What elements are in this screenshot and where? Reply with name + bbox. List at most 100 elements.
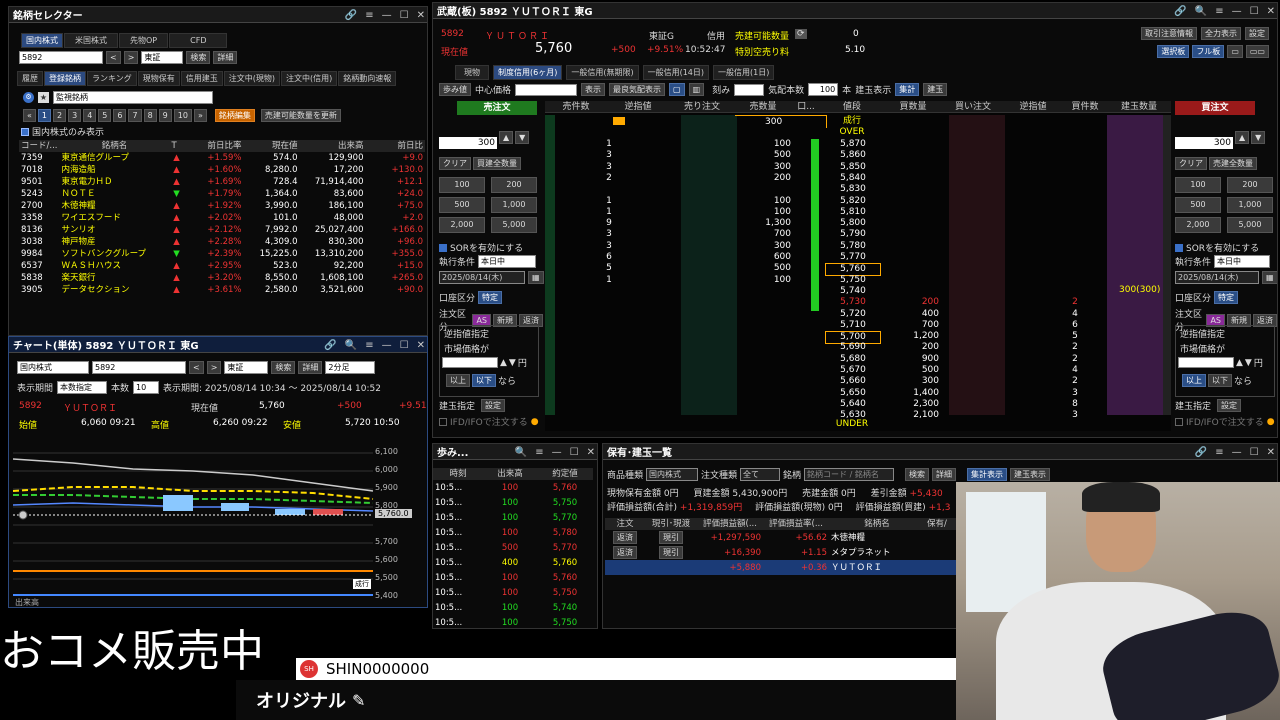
col-change[interactable]: 前日比 — [365, 140, 425, 152]
bid-count[interactable]: 2 — [1065, 297, 1085, 308]
link-icon[interactable]: 🔗 — [324, 340, 336, 351]
ask-count[interactable]: 2 — [599, 173, 619, 184]
count-input[interactable]: 10 — [133, 381, 160, 394]
bid-qty[interactable]: 900 — [885, 354, 939, 365]
bid-price[interactable]: 5,640 — [825, 399, 881, 410]
watchlist-row[interactable]: 7018 内海造船 ▲ +1.60% 8,280.0 17,200 +130.0 — [19, 164, 425, 176]
book-col-header[interactable]: 逆指値 — [1003, 101, 1063, 113]
buy-qty-100-button[interactable]: 100 — [1175, 177, 1221, 193]
stop-up-icon[interactable]: ▲ — [500, 358, 507, 368]
buy-exec-select[interactable]: 本日中 — [1214, 255, 1271, 268]
ask-price[interactable]: 5,870 — [825, 139, 881, 150]
ifd-checkbox[interactable] — [439, 417, 447, 426]
watchlist-row[interactable]: 3905 データセクション ▲ +3.61% 2,580.0 3,521,600 +90.0 — [19, 284, 425, 296]
bid-qty[interactable]: 200 — [885, 297, 939, 308]
maximize-icon[interactable]: ☐ — [1250, 6, 1259, 17]
qty-500-button[interactable]: 500 — [439, 197, 485, 213]
buy-stop-down-icon[interactable]: ▼ — [1245, 358, 1252, 368]
layout2-icon[interactable]: ▭▭ — [1245, 45, 1269, 58]
qty-1000-button[interactable]: 1,000 — [491, 197, 537, 213]
book-col-header[interactable]: 買件数 — [1063, 101, 1107, 113]
qty-100-button[interactable]: 100 — [439, 177, 485, 193]
search-button[interactable]: 検索 — [186, 51, 211, 64]
ask-price[interactable]: 5,790 — [825, 229, 881, 240]
holdings-detail-button[interactable]: 詳細 — [932, 468, 957, 481]
buy-clear-button[interactable]: クリア — [1175, 157, 1207, 170]
buy-tate-set-button[interactable]: 設定 — [1217, 399, 1242, 412]
maximize-icon[interactable]: ☐ — [400, 340, 409, 351]
tab-general-1d[interactable]: 一般信用(1日) — [713, 65, 775, 80]
ask-count[interactable]: 3 — [599, 150, 619, 161]
chart-prev-button[interactable]: < — [189, 361, 204, 374]
close-position-button[interactable]: 返済 — [613, 546, 637, 559]
buy-stop-price-input[interactable] — [1178, 357, 1234, 368]
search-icon[interactable]: 🔍 — [1195, 6, 1207, 17]
watchlist-row[interactable]: 9984 ソフトバンクグループ ▼ +2.39% 15,225.0 13,310,200 +… — [19, 248, 425, 260]
minimize-icon[interactable]: — — [382, 10, 392, 21]
genbiki-button[interactable]: 現引 — [659, 546, 683, 559]
sellable-refresh-icon[interactable]: ⟳ — [795, 29, 807, 39]
link-icon[interactable]: 🔗 — [345, 10, 357, 21]
menu-icon[interactable]: ≡ — [365, 340, 373, 351]
date-input[interactable]: 2025/08/14(木) — [439, 271, 525, 284]
bid-qty[interactable]: 1,200 — [885, 331, 939, 342]
book-col-header[interactable]: 建玉数量 — [1107, 101, 1171, 113]
menu-icon[interactable]: ≡ — [1215, 447, 1223, 458]
holdings-search-button[interactable]: 検索 — [905, 468, 930, 481]
tab-margin-6m[interactable]: 制度信用(6ヶ月) — [493, 65, 563, 80]
bid-price[interactable]: 5,660 — [825, 376, 881, 387]
account-tokutei[interactable]: 特定 — [478, 291, 503, 304]
col-trend[interactable]: T — [169, 140, 183, 152]
buy-qty-2000-button[interactable]: 2,000 — [1175, 217, 1221, 233]
tick-select[interactable] — [734, 83, 765, 96]
all-qty-button[interactable]: 買建全数量 — [473, 157, 521, 170]
genbiki-button[interactable]: 現引 — [659, 531, 683, 544]
holdings-row[interactable]: +5,880 +0.36 ＹＵＴＯＲＩ — [605, 560, 965, 575]
quote-count-select[interactable]: 100 — [808, 83, 839, 96]
watchlist-row[interactable]: 9501 東京電力ＨＤ ▲ +1.69% 728.4 71,914,400 +12.1 — [19, 176, 425, 188]
ask-price[interactable]: 5,770 — [825, 252, 881, 263]
chart-interval-select[interactable]: 2分足 — [325, 361, 376, 374]
page-3[interactable]: 3 — [68, 109, 82, 122]
settings-icon[interactable]: ⚙ — [23, 92, 34, 103]
ask-price[interactable]: 5,840 — [825, 173, 881, 184]
prev-button[interactable]: < — [106, 51, 121, 64]
ask-count[interactable]: 3 — [599, 162, 619, 173]
order-kind-select[interactable]: 全て — [740, 468, 781, 481]
tab-general-unlimited[interactable]: 一般信用(無期限) — [566, 65, 639, 80]
menu-icon[interactable]: ≡ — [535, 447, 543, 458]
buy-calendar-icon[interactable]: ▦ — [1262, 271, 1277, 284]
bid-count[interactable]: 6 — [1065, 320, 1085, 331]
buy-stop-up-icon[interactable]: ▲ — [1236, 358, 1243, 368]
ask-price[interactable]: 5,830 — [825, 184, 881, 195]
aggregate-button[interactable]: 集計表示 — [967, 468, 1008, 481]
qty-200-button[interactable]: 200 — [491, 177, 537, 193]
close-icon[interactable]: ✕ — [417, 340, 425, 351]
subtab-order-spot[interactable]: 注文中(現物) — [223, 71, 281, 86]
ask-count[interactable]: 6 — [599, 252, 619, 263]
sor-checkbox[interactable] — [439, 243, 447, 252]
book-col-header[interactable]: 売り注文 — [669, 101, 735, 113]
page-5[interactable]: 5 — [98, 109, 112, 122]
bid-price[interactable]: 5,650 — [825, 388, 881, 399]
col-name[interactable]: 銘柄名 — [59, 140, 169, 152]
bid-count[interactable]: 8 — [1065, 399, 1085, 410]
book-col-header[interactable]: 逆指値 — [607, 101, 669, 113]
ask-qty[interactable]: 100 — [735, 275, 791, 286]
subtab-history[interactable]: 履歴 — [17, 71, 43, 86]
caution-info-button[interactable]: 取引注意情報 — [1141, 27, 1197, 40]
tab-us[interactable]: 米国株式 — [64, 33, 118, 48]
bid-price[interactable]: 5,690 — [825, 342, 881, 353]
stop-down-icon[interactable]: ▼ — [509, 358, 516, 368]
tatedama-view-button[interactable]: 建玉表示 — [1010, 468, 1051, 481]
ask-qty[interactable]: 200 — [735, 173, 791, 184]
subtab-news[interactable]: 銘柄動向速報 — [338, 71, 397, 86]
mid-price[interactable]: 5,740 — [825, 286, 881, 297]
buy-all-qty-button[interactable]: 売建全数量 — [1209, 157, 1257, 170]
bid-count[interactable]: 2 — [1065, 376, 1085, 387]
buy-sor-checkbox[interactable] — [1175, 243, 1183, 252]
qty-up-button[interactable]: ▲ — [499, 131, 514, 144]
maximize-icon[interactable]: ☐ — [1250, 447, 1259, 458]
tatedama-button[interactable]: 建玉 — [923, 83, 948, 96]
ask-price[interactable]: 5,780 — [825, 241, 881, 252]
